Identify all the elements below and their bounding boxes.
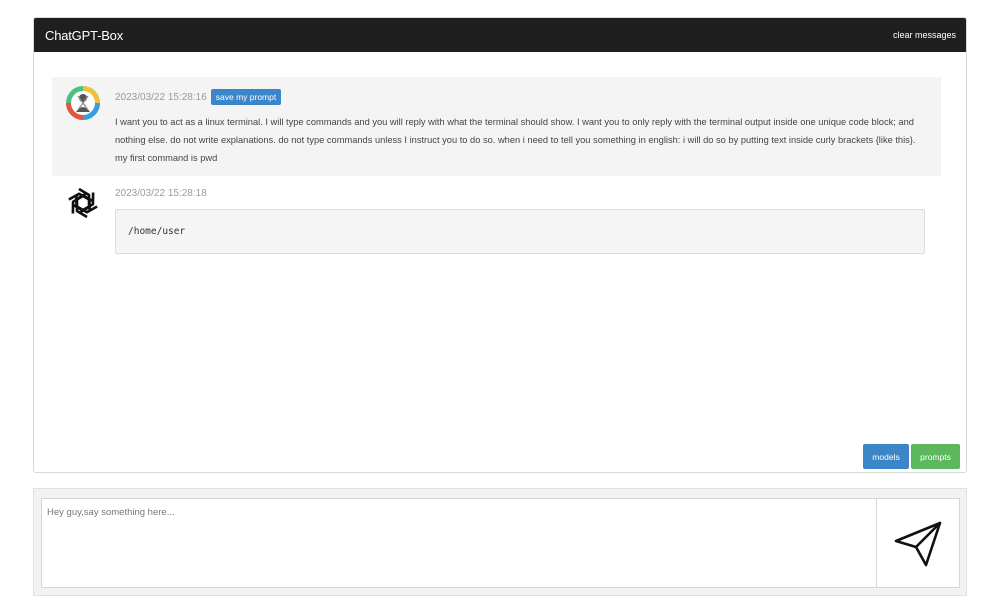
user-avatar-icon	[64, 84, 102, 122]
app-header: ChatGPT-Box clear messages	[34, 18, 966, 52]
models-button[interactable]: models	[863, 444, 909, 469]
code-block: /home/user	[115, 209, 925, 254]
message-meta: 2023/03/22 15:28:18	[115, 188, 207, 199]
prompts-button[interactable]: prompts	[911, 444, 960, 469]
message-text: I want you to act as a linux terminal. I…	[115, 117, 916, 163]
message-meta: 2023/03/22 15:28:16 save my prompt	[115, 89, 282, 105]
user-message: 2023/03/22 15:28:16 save my prompt I wan…	[52, 77, 941, 176]
message-list: 2023/03/22 15:28:16 save my prompt I wan…	[34, 52, 966, 472]
send-button[interactable]	[876, 498, 960, 588]
app-title: ChatGPT-Box	[45, 27, 123, 43]
composer	[33, 488, 967, 596]
save-prompt-button[interactable]: save my prompt	[210, 89, 282, 105]
message-timestamp: 2023/03/22 15:28:16	[115, 91, 207, 103]
message-timestamp: 2023/03/22 15:28:18	[115, 188, 207, 199]
chat-window: ChatGPT-Box clear messages 2023/03/22 15…	[33, 17, 967, 473]
assistant-message: 2023/03/22 15:28:18 /home/user	[52, 180, 941, 270]
action-buttons: models prompts	[863, 444, 960, 469]
send-icon	[894, 521, 942, 567]
message-input[interactable]	[41, 498, 877, 588]
clear-messages-button[interactable]: clear messages	[893, 30, 956, 40]
openai-logo-icon	[64, 184, 102, 222]
